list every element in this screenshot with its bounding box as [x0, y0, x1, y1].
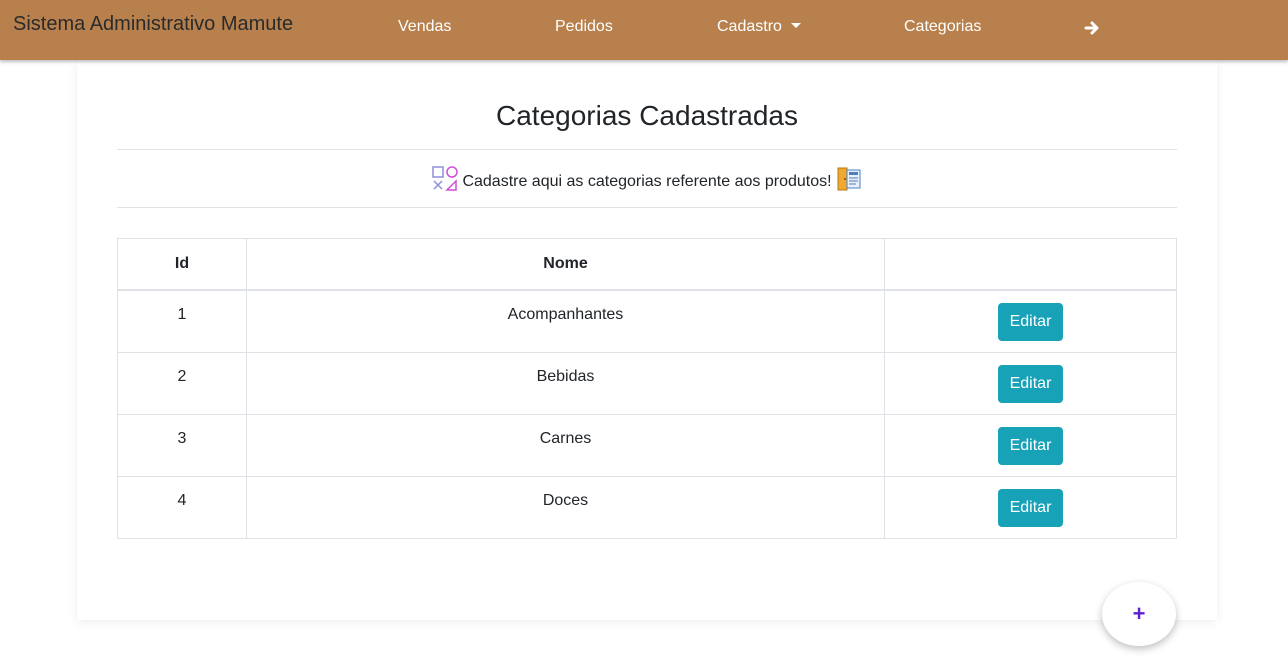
arrow-right-icon[interactable] [1084, 20, 1100, 36]
shapes-icon [432, 166, 458, 192]
column-header-id: Id [117, 238, 247, 291]
brand-title[interactable]: Sistema Administrativo Mamute [13, 13, 293, 36]
categories-table: Id Nome 1 Acompanhantes Editar 2 Bebidas… [117, 238, 1177, 539]
cell-nome: Bebidas [246, 351, 885, 415]
edit-button[interactable]: Editar [997, 426, 1064, 465]
table-row: 1 Acompanhantes Editar [117, 289, 1177, 353]
catalog-door-icon [836, 166, 862, 192]
nav-cadastro-label: Cadastro [717, 18, 782, 35]
column-header-actions [884, 238, 1177, 291]
add-category-button[interactable]: + [1102, 582, 1176, 646]
nav-link-pedidos[interactable]: Pedidos [555, 18, 613, 36]
edit-button[interactable]: Editar [997, 303, 1064, 341]
cell-id: 1 [117, 289, 247, 353]
cell-actions: Editar [884, 289, 1177, 353]
cell-id: 2 [117, 351, 247, 415]
cell-actions: Editar [884, 475, 1177, 539]
edit-button[interactable]: Editar [997, 364, 1064, 403]
caret-down-icon [790, 23, 801, 28]
cell-actions: Editar [884, 413, 1177, 477]
cell-nome: Acompanhantes [246, 289, 885, 353]
edit-button[interactable]: Editar [997, 488, 1064, 527]
cell-id: 4 [117, 475, 247, 539]
top-navbar: Sistema Administrativo Mamute Vendas Ped… [0, 0, 1288, 60]
table-row: 4 Doces Editar [117, 475, 1177, 539]
divider [117, 149, 1177, 150]
nav-link-categorias[interactable]: Categorias [904, 18, 981, 36]
table-row: 3 Carnes Editar [117, 413, 1177, 477]
content-card: Categorias Cadastradas Cadastre aqui as … [77, 60, 1217, 620]
cell-id: 3 [117, 413, 247, 477]
table-header-row: Id Nome [117, 238, 1177, 291]
page-title: Categorias Cadastradas [496, 100, 798, 131]
subtitle-text: Cadastre aqui as categorias referente ao… [462, 173, 832, 190]
cell-nome: Doces [246, 475, 885, 539]
divider [117, 207, 1177, 208]
plus-icon: + [1132, 601, 1146, 626]
nav-link-vendas[interactable]: Vendas [398, 18, 451, 36]
cell-nome: Carnes [246, 413, 885, 477]
page-subtitle: Cadastre aqui as categorias referente ao… [77, 166, 1217, 192]
column-header-nome: Nome [246, 238, 885, 291]
cell-actions: Editar [884, 351, 1177, 415]
table-row: 2 Bebidas Editar [117, 351, 1177, 415]
nav-dropdown-cadastro[interactable]: Cadastro [717, 18, 801, 36]
